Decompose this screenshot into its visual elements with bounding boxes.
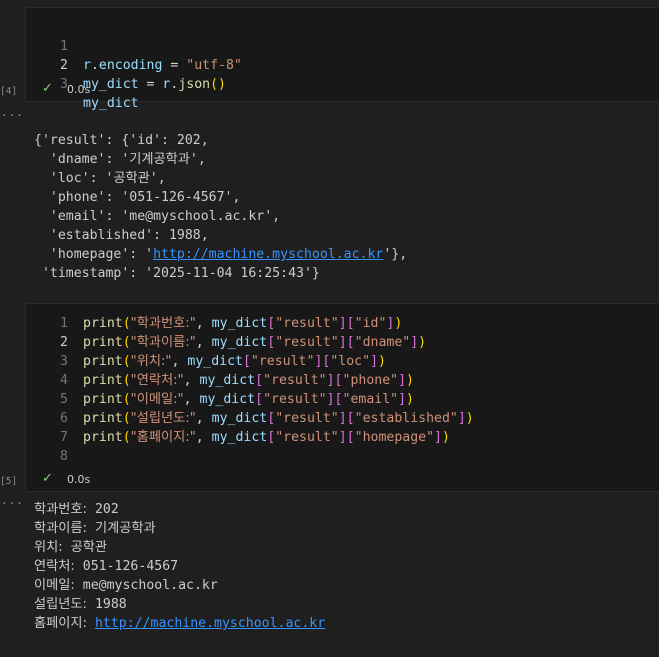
output-line: 'established': 1988, [34, 228, 209, 243]
ellipsis-icon[interactable]: ··· [1, 497, 24, 510]
output-line: 연락처: 051-126-4567 [34, 559, 179, 574]
code-line[interactable]: 4 print("연락처:", my_dict["result"]["phone"… [26, 371, 659, 390]
code-editor-1[interactable]: 1 r.encoding = "utf-8" 2 my_dict = r.jso… [26, 8, 659, 111]
output-line: {'result': {'id': 202, [34, 133, 209, 148]
code-cell-2[interactable]: 1 print("학과번호:", my_dict["result"]["id"])… [25, 303, 659, 492]
code-editor-2[interactable]: 1 print("학과번호:", my_dict["result"]["id"])… [26, 304, 659, 466]
code-line[interactable]: 2 my_dict = r.json() [26, 37, 659, 92]
cell-status-bar: ✓ 0.0s [26, 469, 659, 491]
code-line[interactable]: 2 print("학과이름:", my_dict["result"]["dname… [26, 333, 659, 352]
code-line[interactable]: 3 print("위치:", my_dict["result"]["loc"]) [26, 352, 659, 371]
line-number: 2 [60, 335, 68, 350]
execution-count: [4] [0, 86, 18, 97]
line-number: 5 [60, 392, 68, 407]
execution-count: [5] [0, 476, 18, 487]
line-number: 8 [60, 449, 68, 464]
checkmark-icon: ✓ [42, 471, 53, 486]
line-number: 6 [60, 411, 68, 426]
cell-status-bar: ✓ 0.0s [26, 79, 659, 101]
checkmark-icon: ✓ [42, 81, 53, 96]
homepage-link[interactable]: http://machine.myschool.ac.kr [95, 616, 325, 631]
output-line: 학과이름: 기계공학과 [34, 521, 156, 536]
execution-time: 0.0s [67, 473, 91, 486]
output-line: 홈페이지: http://machine.myschool.ac.kr [34, 616, 326, 631]
ellipsis-icon[interactable]: ··· [1, 109, 24, 122]
code-line[interactable]: 5 print("이메일:", my_dict["result"]["email"… [26, 390, 659, 409]
line-number: 1 [60, 316, 68, 331]
line-number: 7 [60, 430, 68, 445]
output-line: 'loc': '공학관', [34, 171, 166, 186]
output-line: 'email': 'me@myschool.ac.kr', [34, 209, 281, 224]
code-line[interactable]: 1 print("학과번호:", my_dict["result"]["id"]) [26, 314, 659, 333]
line-number: 4 [60, 373, 68, 388]
output-line: 'dname': '기계공학과', [34, 152, 206, 167]
line-number: 3 [60, 354, 68, 369]
output-line: 이메일: me@myschool.ac.kr [34, 578, 218, 593]
output-line: 'homepage': 'http://machine.myschool.ac.… [34, 247, 408, 262]
code-line[interactable]: 1 r.encoding = "utf-8" [26, 18, 659, 73]
cell-output-1: {'result': {'id': 202, 'dname': '기계공학과',… [34, 112, 407, 302]
code-cell-1[interactable]: 1 r.encoding = "utf-8" 2 my_dict = r.jso… [25, 7, 659, 111]
homepage-link[interactable]: http://machine.myschool.ac.kr [153, 247, 383, 262]
execution-time: 0.0s [67, 83, 91, 96]
output-line: 설립년도: 1988 [34, 597, 127, 612]
output-line: 'phone': '051-126-4567', [34, 190, 241, 205]
output-line: 학과번호: 202 [34, 502, 119, 517]
code-line[interactable]: 8 [26, 447, 659, 466]
code-line[interactable]: 3 my_dict [26, 56, 659, 111]
output-line: 위치: 공학관 [34, 540, 108, 555]
code-line[interactable]: 7 print("홈페이지:", my_dict["result"]["homep… [26, 428, 659, 447]
code-line[interactable]: 6 print("설립년도:", my_dict["result"]["estab… [26, 409, 659, 428]
output-line: 'timestamp': '2025-11-04 16:25:43'} [34, 266, 320, 281]
cell-output-2: 학과번호: 202 학과이름: 기계공학과위치: 공학관연락처: 051-126-… [34, 500, 325, 633]
